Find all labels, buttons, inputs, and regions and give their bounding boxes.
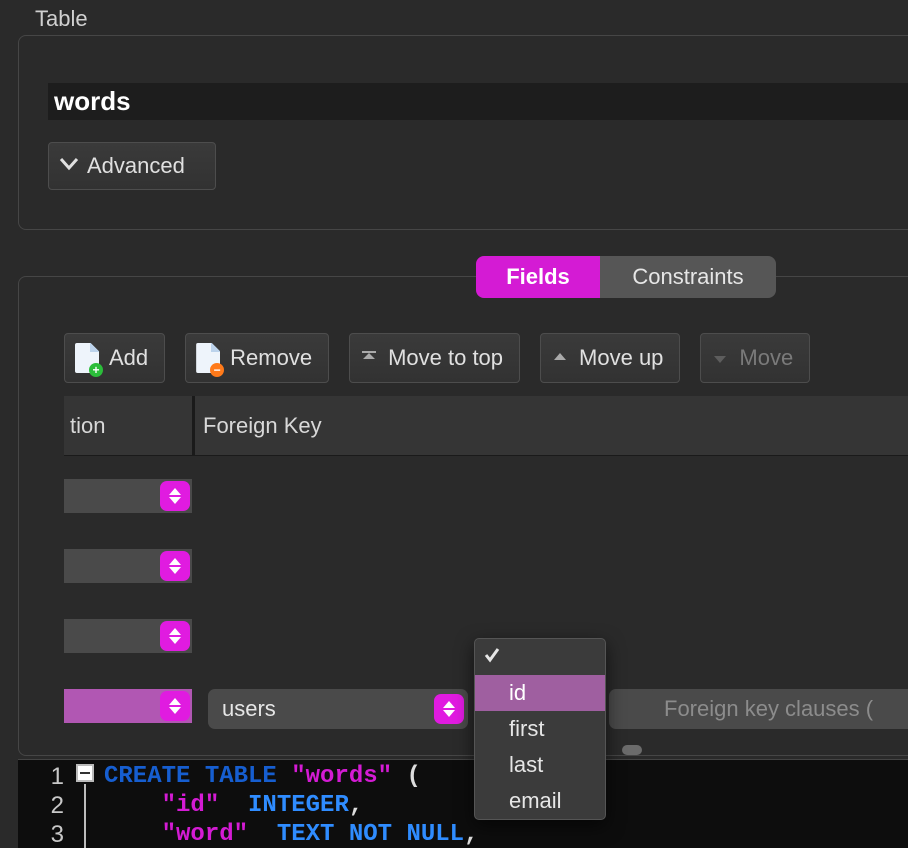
fk-column-dropdown: id first last email (474, 638, 606, 820)
fk-table-value: users (222, 696, 276, 722)
fields-toolbar: + Add − Remove Move to top Move up (64, 333, 810, 383)
move-top-label: Move to top (388, 345, 503, 371)
table-name-input[interactable] (48, 83, 908, 120)
field-row[interactable] (64, 526, 908, 596)
dropdown-item-id[interactable]: id (475, 675, 605, 711)
move-up-button[interactable]: Move up (540, 333, 680, 383)
dropdown-item-first[interactable]: first (475, 711, 605, 747)
field-row[interactable] (64, 456, 908, 526)
tab-fields[interactable]: Fields (476, 256, 600, 298)
table-section-label: Table (35, 6, 88, 32)
stepper-handle-icon (160, 621, 190, 651)
horizontal-scrollbar[interactable] (622, 745, 642, 755)
remove-field-button[interactable]: − Remove (185, 333, 329, 383)
fk-clauses-placeholder: Foreign key clauses ( (664, 696, 873, 722)
table-panel (18, 35, 908, 230)
move-partial-label: Move (739, 345, 793, 371)
foreign-key-clauses-input[interactable]: Foreign key clauses ( (650, 689, 908, 729)
stepper-handle-icon (160, 481, 190, 511)
chevron-down-icon (57, 151, 81, 181)
remove-label: Remove (230, 345, 312, 371)
move-top-icon (360, 349, 378, 367)
move-partial-button[interactable]: Move (700, 333, 810, 383)
add-field-button[interactable]: + Add (64, 333, 165, 383)
sql-fold-gutter (74, 760, 104, 848)
move-down-icon (711, 349, 729, 367)
dropdown-item-blank[interactable] (475, 639, 605, 675)
sql-preview: 1 2 3 CREATE TABLE "words" ( "id" INTEGE… (18, 759, 908, 848)
tabs: Fields Constraints (476, 256, 776, 298)
dropdown-item-email[interactable]: email (475, 783, 605, 819)
field-option-stepper[interactable] (64, 549, 192, 583)
grid-header-foreign-key: Foreign Key (195, 413, 322, 439)
check-icon (483, 644, 501, 662)
sql-gutter: 1 2 3 (18, 760, 74, 848)
stepper-handle-icon (160, 551, 190, 581)
document-remove-icon: − (196, 343, 220, 373)
document-add-icon: + (75, 343, 99, 373)
select-handle-icon (434, 694, 464, 724)
fields-grid-header: tion Foreign Key (64, 396, 908, 456)
add-label: Add (109, 345, 148, 371)
field-option-stepper[interactable] (64, 479, 192, 513)
field-option-stepper[interactable] (64, 619, 192, 653)
foreign-key-table-select[interactable]: users (208, 689, 468, 729)
move-up-icon (551, 349, 569, 367)
move-to-top-button[interactable]: Move to top (349, 333, 520, 383)
dropdown-item-last[interactable]: last (475, 747, 605, 783)
tab-constraints[interactable]: Constraints (600, 256, 776, 298)
fold-toggle-icon[interactable] (76, 764, 94, 782)
move-up-label: Move up (579, 345, 663, 371)
advanced-label: Advanced (87, 153, 185, 179)
advanced-toggle[interactable]: Advanced (48, 142, 216, 190)
grid-header-col1: tion (64, 413, 192, 439)
